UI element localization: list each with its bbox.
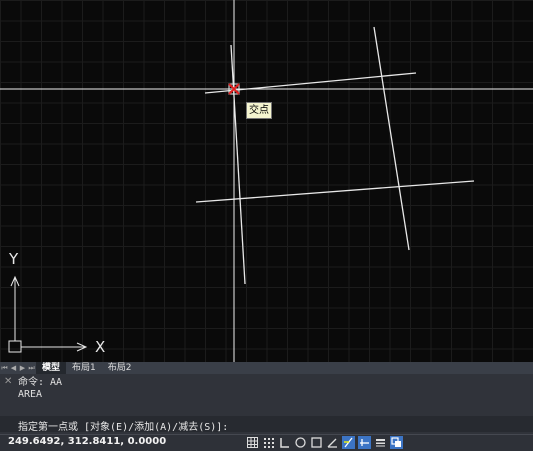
tab-layout2[interactable]: 布局2	[102, 362, 138, 374]
tab-layout1[interactable]: 布局1	[66, 362, 102, 374]
selection-cycling-icon[interactable]	[390, 436, 403, 449]
prev-tab-icon[interactable]: ◀	[9, 362, 18, 374]
drawn-line-right-vertical[interactable]	[373, 26, 410, 251]
ortho-icon[interactable]	[278, 436, 291, 449]
snap-tooltip: 交点	[246, 102, 272, 119]
snap-icon[interactable]	[262, 436, 275, 449]
next-tab-icon[interactable]: ▶	[18, 362, 27, 374]
ucs-x-label: X	[95, 338, 106, 356]
close-icon[interactable]: ✕	[4, 376, 12, 387]
dynucs-icon[interactable]	[342, 436, 355, 449]
last-tab-icon[interactable]: ⏭	[27, 362, 36, 374]
grid-icon[interactable]	[246, 436, 259, 449]
drawn-line-left-vertical[interactable]	[230, 44, 246, 285]
status-bar: 249.6492, 312.8411, 0.0000	[0, 434, 533, 451]
drawn-line-bottom-horizontal[interactable]	[195, 180, 475, 203]
tab-model[interactable]: 模型	[36, 362, 67, 374]
first-tab-icon[interactable]: ⏮	[0, 362, 9, 374]
history-line: AREA	[18, 389, 43, 400]
otrack-icon[interactable]	[326, 436, 339, 449]
command-input[interactable]: 指定第一点或 [对象(E)/添加(A)/减去(S)]:	[0, 416, 533, 433]
command-prompt: 指定第一点或 [对象(E)/添加(A)/减去(S)]:	[18, 422, 229, 433]
ucs-icon	[8, 275, 88, 353]
dynamic-input-icon[interactable]	[358, 436, 371, 449]
lineweight-icon[interactable]	[374, 436, 387, 449]
drawing-canvas[interactable]: 交点 Y X	[0, 0, 533, 362]
polar-icon[interactable]	[294, 436, 307, 449]
drawing-svg	[0, 0, 533, 362]
osnap-icon[interactable]	[310, 436, 323, 449]
coordinate-readout[interactable]: 249.6492, 312.8411, 0.0000	[8, 436, 166, 447]
command-panel: ✕ 命令: AA AREA 指定第一点或 [对象(E)/添加(A)/减去(S)]…	[0, 374, 533, 434]
command-history: 命令: AA AREA	[18, 377, 62, 401]
ucs-y-label: Y	[9, 250, 19, 268]
layout-tab-bar: ⏮ ◀ ▶ ⏭ 模型 布局1 布局2	[0, 362, 533, 374]
history-line: 命令: AA	[18, 377, 63, 388]
